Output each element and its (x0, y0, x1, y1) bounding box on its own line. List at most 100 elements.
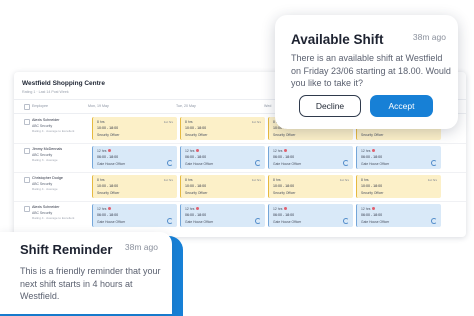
shift-cell[interactable]: 8 hrs 10:00 - 18:00 Security Officer 1st hr… (180, 175, 265, 198)
shift-hours: 8 hrs (97, 178, 105, 182)
shift-hours: 8 hrs (185, 178, 193, 182)
shift-cell[interactable]: 12 hrs 06:00 - 18:00 Gate House Officer (92, 146, 177, 169)
accept-button[interactable]: Accept (370, 95, 433, 117)
shift-hours: 12 hrs (361, 207, 371, 211)
shift-role: Security Officer (273, 133, 296, 137)
sync-icon[interactable] (167, 160, 173, 166)
shift-time: 06:00 - 18:00 (273, 155, 295, 159)
alert-dot-icon (372, 207, 375, 210)
shift-hours: 12 hrs (185, 149, 195, 153)
sync-icon[interactable] (255, 218, 261, 224)
shift-hours: 12 hrs (97, 207, 107, 211)
shift-tag: 1st hrs (339, 178, 349, 182)
alert-dot-icon (284, 149, 287, 152)
shift-tag: 1st hrs (163, 120, 173, 124)
decline-button[interactable]: Decline (299, 95, 361, 117)
employee-row-info[interactable]: Christopher Dodge ABC Security Rating 4 · … (22, 174, 92, 200)
shift-cell[interactable]: 12 hrs 06:00 - 18:00 Gate House Officer (268, 204, 353, 227)
shift-role: Security Officer (361, 133, 384, 137)
shift-cell[interactable]: 8 hrs 10:00 - 18:00 Security Officer 1st hr… (92, 117, 177, 140)
shift-hours: 12 hrs (273, 207, 283, 211)
alert-dot-icon (196, 207, 199, 210)
shift-role: Security Officer (185, 191, 208, 195)
shift-time: 06:00 - 18:00 (361, 213, 383, 217)
shift-cell[interactable]: 8 hrs 10:00 - 18:00 Security Officer 1st hr… (92, 175, 177, 198)
shift-time: 06:00 - 18:00 (97, 213, 119, 217)
shift-role: Gate House Officer (361, 220, 390, 224)
shift-role: Security Officer (361, 191, 384, 195)
shift-role: Gate House Officer (361, 162, 390, 166)
sync-icon[interactable] (255, 160, 261, 166)
shift-hours: 8 hrs (273, 178, 281, 182)
shift-role: Security Officer (185, 133, 208, 137)
shift-time: 06:00 - 18:00 (273, 213, 295, 217)
shift-time: 10:00 - 18:00 (361, 184, 383, 188)
available-shift-time: 38m ago (412, 32, 446, 42)
employee-row-info[interactable]: Alexis Schneider ABC Security Rating 4 · A… (22, 116, 92, 142)
shift-cell[interactable]: 8 hrs 10:00 - 18:00 Security Officer 1st hr… (180, 117, 265, 140)
alert-dot-icon (108, 207, 111, 210)
employee-checkbox[interactable] (24, 119, 30, 125)
employee-checkbox[interactable] (24, 177, 30, 183)
shift-role: Gate House Officer (273, 162, 302, 166)
row-divider (14, 201, 466, 202)
employee-row-info[interactable]: Alexis Schneider ABC Security Rating 4 · A… (22, 203, 92, 229)
available-shift-title: Available Shift (291, 32, 384, 47)
sync-icon[interactable] (431, 218, 437, 224)
shift-time: 10:00 - 18:00 (185, 184, 207, 188)
sync-icon[interactable] (167, 218, 173, 224)
shift-cell[interactable]: 8 hrs 10:00 - 18:00 Security Officer 1st hr… (268, 175, 353, 198)
select-all-checkbox[interactable] (24, 104, 30, 110)
shift-time: 10:00 - 18:00 (97, 184, 119, 188)
shift-time: 10:00 - 18:00 (97, 126, 119, 130)
sync-icon[interactable] (431, 160, 437, 166)
employee-row-info[interactable]: Jimmy McDennals ABC Security Rating 3 · Av… (22, 145, 92, 171)
shift-role: Gate House Officer (185, 162, 214, 166)
roster-subtitle: Rating 1 · Last 14 Post Week (22, 90, 69, 94)
employee-company: ABC Security (32, 211, 53, 215)
sync-icon[interactable] (343, 218, 349, 224)
shift-time: 06:00 - 18:00 (185, 155, 207, 159)
shift-time: 10:00 - 18:00 (185, 126, 207, 130)
shift-tag: 1st hrs (163, 178, 173, 182)
employee-checkbox[interactable] (24, 148, 30, 154)
shift-cell[interactable]: 12 hrs 06:00 - 18:00 Gate House Officer (92, 204, 177, 227)
shift-time: 06:00 - 18:00 (185, 213, 207, 217)
row-divider (14, 172, 466, 173)
shift-cell[interactable]: 12 hrs 06:00 - 18:00 Gate House Officer (356, 146, 441, 169)
row-divider (14, 143, 466, 144)
shift-role: Gate House Officer (97, 162, 126, 166)
employee-checkbox[interactable] (24, 206, 30, 212)
shift-reminder-message: This is a friendly reminder that your ne… (20, 266, 161, 301)
column-header-tue[interactable]: Tue, 20 May (176, 104, 196, 108)
employee-company: ABC Security (32, 124, 53, 128)
shift-reminder-time: 38m ago (124, 242, 158, 252)
shift-hours: 8 hrs (97, 120, 105, 124)
shift-cell[interactable]: 12 hrs 06:00 - 18:00 Gate House Officer (268, 146, 353, 169)
shift-hours: 8 hrs (361, 178, 369, 182)
shift-role: Security Officer (97, 191, 120, 195)
shift-role: Gate House Officer (185, 220, 214, 224)
alert-dot-icon (372, 149, 375, 152)
sync-icon[interactable] (343, 160, 349, 166)
shift-cell[interactable]: 8 hrs 10:00 - 18:00 Security Officer 1st hr… (356, 175, 441, 198)
shift-hours: 8 hrs (185, 120, 193, 124)
roster-title: Westfield Shopping Centre (22, 80, 105, 87)
column-header-wed[interactable]: Wed (264, 104, 271, 108)
employee-rating: Rating 4 · Average to Excellent (32, 129, 75, 133)
alert-dot-icon (284, 207, 287, 210)
shift-cell[interactable]: 12 hrs 06:00 - 18:00 Gate House Officer (180, 146, 265, 169)
shift-time: 06:00 - 18:00 (97, 155, 119, 159)
employee-name: Alexis Schneider (32, 205, 60, 209)
column-header-employee: Employee (32, 104, 48, 108)
employee-rating: Rating 3 · Average (32, 158, 58, 162)
shift-tag: 1st hrs (251, 120, 261, 124)
employee-company: ABC Security (32, 153, 53, 157)
available-shift-card: Available Shift 38m ago There is an avai… (275, 15, 458, 129)
shift-cell[interactable]: 12 hrs 06:00 - 18:00 Gate House Officer (356, 204, 441, 227)
column-header-mon[interactable]: Mon, 19 May (88, 104, 109, 108)
shift-tag: 1st hrs (427, 178, 437, 182)
shift-cell[interactable]: 12 hrs 06:00 - 18:00 Gate House Officer (180, 204, 265, 227)
alert-dot-icon (108, 149, 111, 152)
alert-dot-icon (196, 149, 199, 152)
